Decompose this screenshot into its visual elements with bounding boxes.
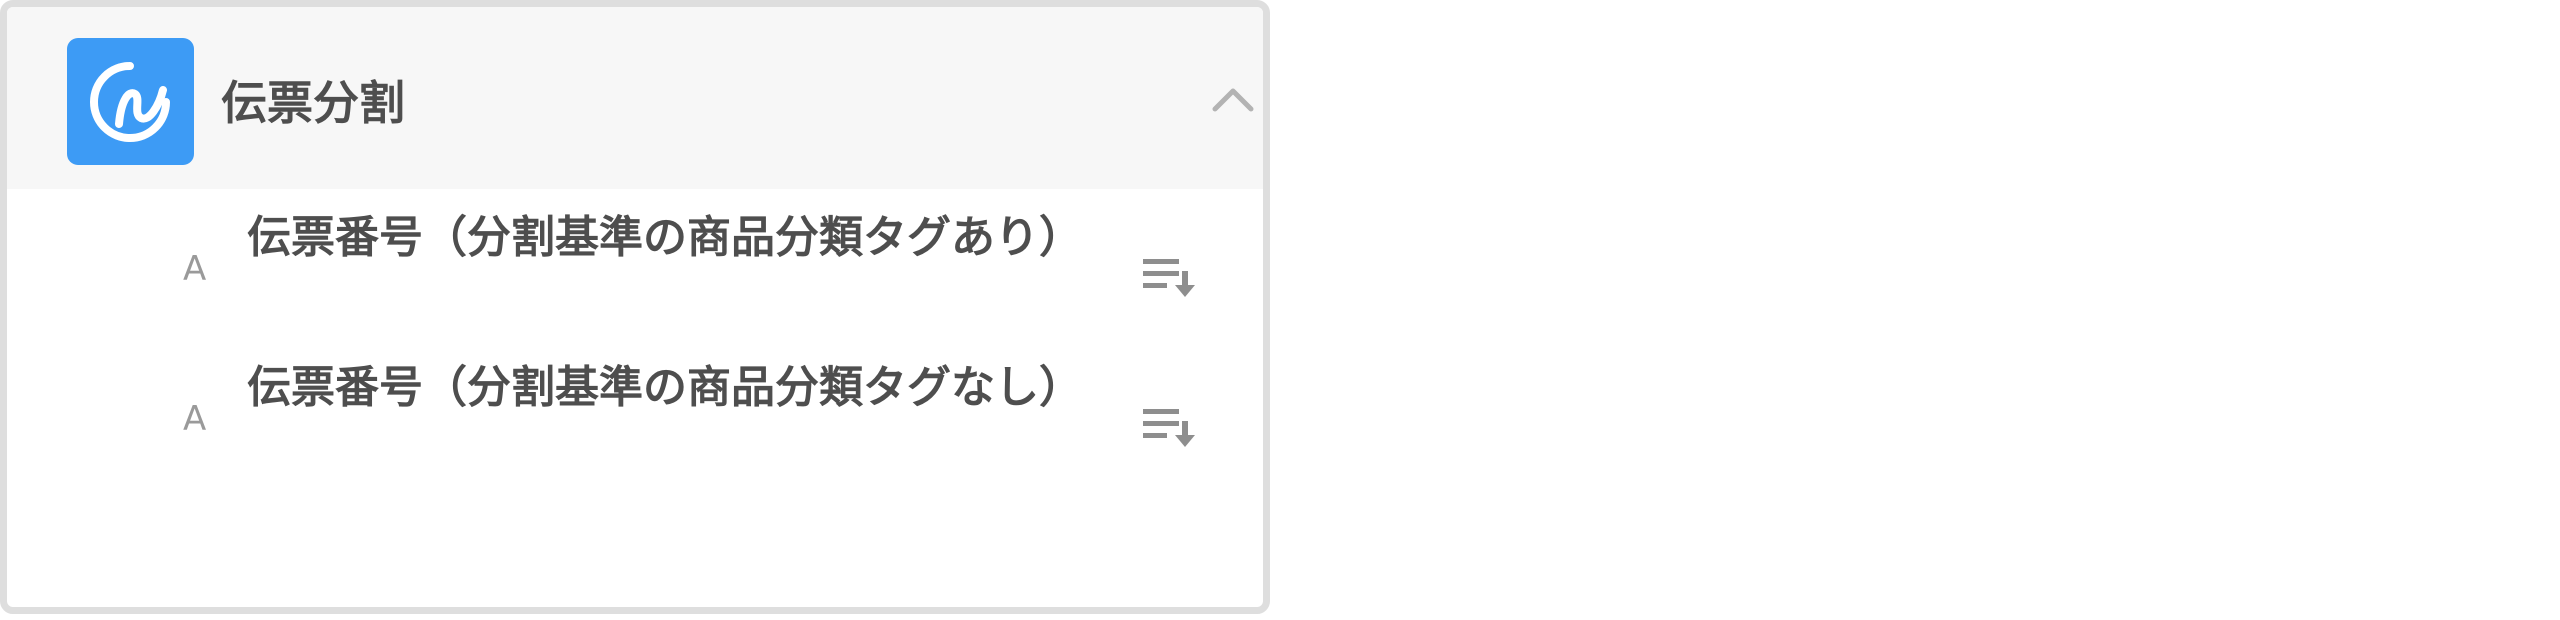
field-label: 伝票番号（分割基準の商品分類タグなし）: [247, 362, 1083, 413]
text-type-icon: A: [183, 399, 207, 439]
sort-descending-icon[interactable]: [1137, 251, 1203, 303]
panel-title: 伝票分割: [221, 76, 405, 130]
text-type-icon: A: [183, 249, 207, 289]
field-item[interactable]: A 伝票番号（分割基準の商品分類タグあり）: [7, 209, 1263, 349]
chevron-up-icon[interactable]: [1205, 73, 1261, 129]
field-label: 伝票番号（分割基準の商品分類タグあり）: [247, 212, 1083, 263]
field-item[interactable]: A 伝票番号（分割基準の商品分類タグなし）: [7, 359, 1263, 499]
panel-header[interactable]: 伝票分割: [7, 7, 1263, 189]
field-panel: 伝票分割 A 伝票番号（分割基準の商品分類タグあり） A 伝票番号（分割基準の商…: [0, 0, 1270, 614]
app-logo-icon: [67, 38, 194, 165]
sort-descending-icon[interactable]: [1137, 401, 1203, 453]
